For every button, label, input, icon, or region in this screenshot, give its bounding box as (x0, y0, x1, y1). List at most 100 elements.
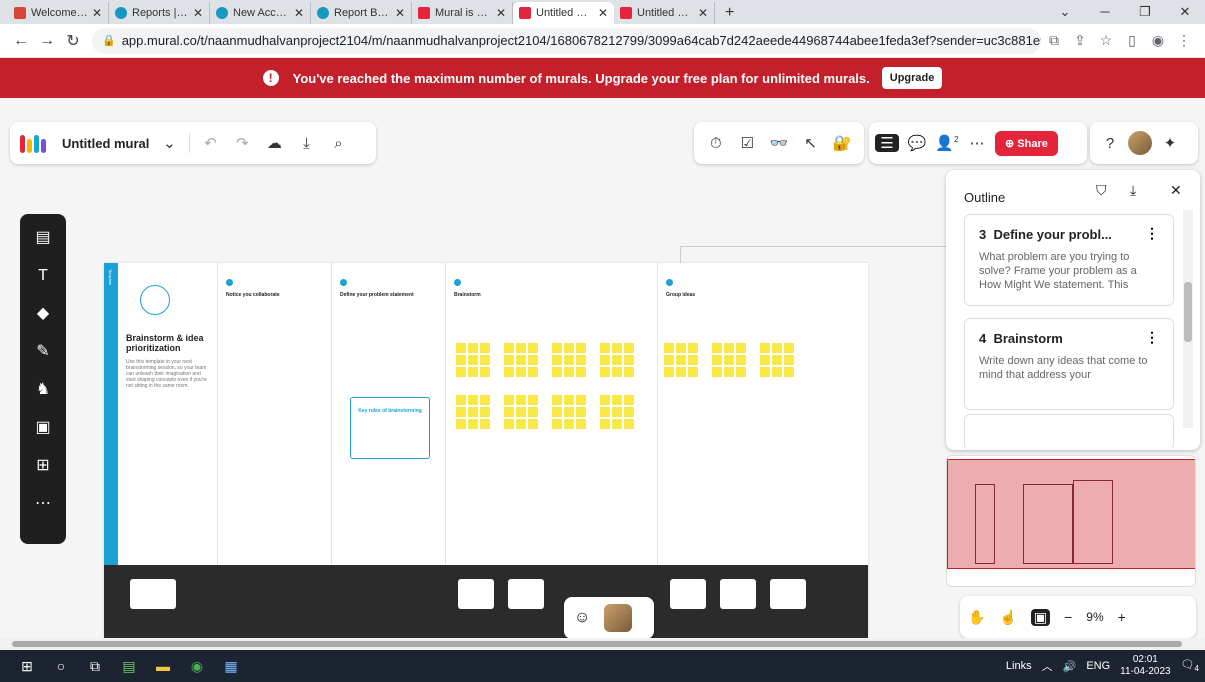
outline-item[interactable] (964, 414, 1174, 450)
clock[interactable]: 02:01 11-04-2023 (1120, 654, 1170, 678)
summon-icon[interactable]: ↖ (799, 134, 823, 152)
download-icon[interactable]: ⤓ (1130, 182, 1136, 199)
browser-tab[interactable]: Untitled mural - Mural✕ (614, 2, 715, 24)
board-column: Group ideas (658, 263, 868, 565)
browser-tab[interactable]: Welcome to Salesforce✕ (8, 2, 109, 24)
close-icon[interactable]: ✕ (294, 6, 304, 20)
outline-icon[interactable]: ☰ (875, 134, 899, 152)
minimap-toggle-icon[interactable]: ▣ (1030, 608, 1051, 626)
zoom-in-button[interactable]: + (1118, 609, 1126, 625)
new-tab-button[interactable]: + (715, 2, 744, 24)
close-icon[interactable]: ✕ (193, 6, 203, 20)
browser-tab[interactable]: New Accounts Report✕ (210, 2, 311, 24)
notepad-icon[interactable]: ▦ (214, 658, 248, 675)
outline-scrollbar[interactable] (1183, 210, 1193, 428)
bookmark-star-icon[interactable]: ☆ (1093, 32, 1119, 49)
restore-icon[interactable]: ❐ (1125, 0, 1165, 24)
forward-icon[interactable]: → (34, 32, 60, 50)
timer-icon[interactable]: ⏱ (704, 135, 728, 152)
url-input[interactable]: 🔒 app.mural.co/t/naanmudhalvanproject210… (92, 27, 1041, 54)
cloud-saved-icon[interactable]: ☁ (262, 134, 286, 152)
back-icon[interactable]: ← (8, 32, 34, 50)
mural-logo[interactable] (20, 133, 46, 153)
shapes-icon[interactable]: ◆ (28, 300, 58, 328)
chat-icon[interactable]: 💬 (905, 134, 929, 152)
download-icon[interactable]: ⤓ (294, 135, 318, 152)
zoom-level[interactable]: 9% (1086, 610, 1103, 624)
task-view-icon[interactable]: ⧉ (78, 658, 112, 675)
close-icon[interactable]: ✕ (496, 6, 506, 20)
chevron-up-icon[interactable]: ︿ (1042, 658, 1053, 674)
minimap[interactable] (946, 455, 1196, 587)
chevron-down-icon[interactable]: ⌄ (157, 134, 181, 152)
file-explorer-icon[interactable]: ▬ (146, 658, 180, 674)
close-window-icon[interactable]: ✕ (1165, 0, 1205, 24)
sparkle-ai-icon[interactable]: ✦ (1158, 134, 1182, 152)
frameworks-icon[interactable]: ♞ (28, 376, 58, 404)
text-tool-icon[interactable]: T (28, 262, 58, 290)
language-indicator[interactable]: ENG (1086, 660, 1110, 672)
scroll-thumb[interactable] (12, 641, 1182, 647)
install-app-icon[interactable]: ⧉ (1041, 32, 1067, 49)
side-panel-icon[interactable]: ▯ (1119, 32, 1145, 49)
speaker-icon[interactable]: 🔊 (1063, 660, 1077, 673)
hand-tool-icon[interactable]: ✋ (968, 609, 985, 626)
more-options-icon[interactable]: ⋮ (1145, 329, 1159, 346)
browser-tab-active[interactable]: Untitled mural - Mural✕ (513, 2, 614, 24)
pen-icon[interactable]: ✎ (28, 338, 58, 366)
sticky-note (516, 407, 526, 417)
share-button[interactable]: ⊕ Share (995, 130, 1058, 156)
close-icon[interactable]: ✕ (395, 6, 405, 20)
minimize-icon[interactable]: ─ (1085, 0, 1125, 24)
collaborators-icon[interactable]: 👤2 (935, 134, 959, 152)
outline-item[interactable]: 3 Define your probl... What problem are … (964, 214, 1174, 306)
more-options-icon[interactable]: ⋯ (965, 134, 989, 152)
voting-icon[interactable]: ☑ (735, 134, 759, 152)
present-icon[interactable]: ⛉ (1096, 182, 1107, 199)
sticky-note (784, 355, 794, 365)
horizontal-scrollbar[interactable] (0, 638, 1205, 650)
browser-tab[interactable]: Mural is a collaborative✕ (412, 2, 513, 24)
sticky-note (772, 355, 782, 365)
close-icon[interactable]: ✕ (92, 6, 102, 20)
private-mode-icon[interactable]: 👓 (767, 134, 791, 152)
app-icon[interactable]: ▤ (112, 658, 146, 675)
links-toolbar[interactable]: Links (1006, 660, 1032, 672)
more-options-icon[interactable]: ⋮ (1145, 225, 1159, 242)
select-tool-icon[interactable]: ☝ (999, 609, 1016, 626)
image-icon[interactable]: ▣ (28, 414, 58, 442)
user-avatar[interactable] (1128, 131, 1152, 155)
search-icon[interactable]: ○ (44, 658, 78, 674)
reload-icon[interactable]: ↻ (60, 31, 86, 51)
sticky-note (784, 343, 794, 353)
search-icon[interactable]: ⌕ (326, 135, 350, 152)
notification-icon[interactable]: 🗨4 (1181, 658, 1199, 673)
templates-icon[interactable]: ⊞ (28, 452, 58, 480)
mural-title[interactable]: Untitled mural (62, 136, 149, 151)
sticky-note-icon[interactable]: ▤ (28, 224, 58, 252)
windows-start-icon[interactable]: ⊞ (10, 658, 44, 675)
undo-icon[interactable]: ↶ (198, 134, 222, 152)
browser-tab[interactable]: Reports | Salesforce✕ (109, 2, 210, 24)
help-icon[interactable]: ? (1098, 135, 1122, 152)
close-icon[interactable]: ✕ (698, 6, 708, 20)
zoom-out-button[interactable]: − (1064, 609, 1072, 625)
emoji-icon[interactable]: ☺ (574, 609, 590, 627)
more-tools-icon[interactable]: ⋯ (28, 490, 58, 518)
browser-menu-icon[interactable]: ⋮ (1171, 32, 1197, 49)
scroll-thumb[interactable] (1184, 282, 1192, 342)
chevron-down-icon[interactable]: ⌄ (1045, 0, 1085, 24)
user-avatar[interactable] (604, 604, 633, 632)
template-board[interactable]: Template Brainstorm & idea prioritizatio… (104, 263, 868, 640)
sticky-note (456, 355, 466, 365)
close-icon[interactable]: ✕ (1170, 182, 1182, 199)
lock-area-icon[interactable]: 🔐 (830, 134, 854, 152)
close-icon[interactable]: ✕ (598, 6, 608, 20)
share-page-icon[interactable]: ⇪ (1067, 32, 1093, 49)
redo-icon[interactable]: ↷ (230, 134, 254, 152)
browser-tab[interactable]: Report Builder | Salesforce✕ (311, 2, 412, 24)
chrome-icon[interactable]: ◉ (180, 658, 214, 675)
upgrade-button[interactable]: Upgrade (881, 67, 943, 89)
profile-avatar[interactable]: ◉ (1145, 32, 1171, 49)
outline-item[interactable]: 4 Brainstorm Write down any ideas that c… (964, 318, 1174, 410)
